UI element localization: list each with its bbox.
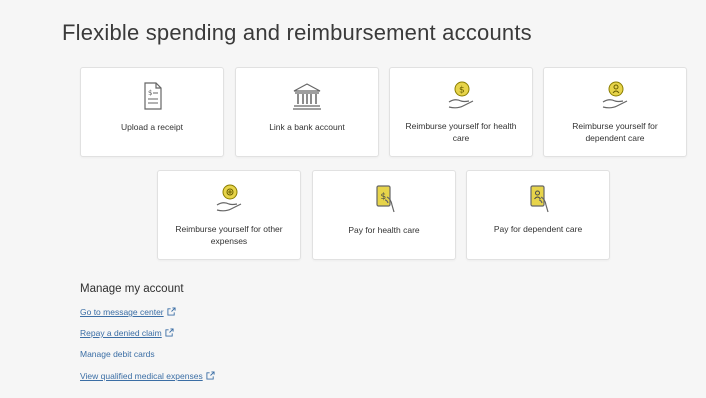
reimburse-health-care-card[interactable]: $ Reimburse yourself for health care bbox=[389, 67, 533, 157]
pay-health-care-card[interactable]: $ Pay for health care bbox=[312, 170, 456, 260]
reimburse-dependent-care-card[interactable]: Reimburse yourself for dependent care bbox=[543, 67, 687, 157]
manage-debit-cards-label: Manage debit cards bbox=[80, 349, 155, 359]
reimburse-health-care-label: Reimburse yourself for health care bbox=[405, 121, 517, 143]
message-center-link[interactable]: Go to message center bbox=[80, 307, 176, 317]
repay-denied-claim-link[interactable]: Repay a denied claim bbox=[80, 328, 174, 338]
bank-icon bbox=[293, 83, 321, 110]
external-link-icon bbox=[206, 371, 215, 380]
hand-coin-icon: $ bbox=[448, 81, 474, 109]
link-bank-account-label: Link a bank account bbox=[269, 122, 345, 132]
view-qualified-expenses-label: View qualified medical expenses bbox=[80, 371, 203, 381]
svg-text:$: $ bbox=[148, 89, 152, 97]
upload-receipt-label: Upload a receipt bbox=[121, 122, 183, 132]
pay-health-care-label: Pay for health care bbox=[348, 225, 420, 235]
pay-dependent-care-label: Pay for dependent care bbox=[493, 224, 583, 234]
repay-denied-claim-label: Repay a denied claim bbox=[80, 328, 162, 338]
reimburse-other-expenses-card[interactable]: Reimburse yourself for other expenses bbox=[157, 170, 301, 260]
reimburse-other-expenses-label: Reimburse yourself for other expenses bbox=[175, 224, 283, 246]
external-link-icon bbox=[165, 328, 174, 337]
receipt-icon: $ bbox=[144, 82, 162, 110]
message-center-label: Go to message center bbox=[80, 307, 164, 317]
manage-debit-cards-link[interactable]: Manage debit cards bbox=[80, 349, 155, 359]
link-bank-account-card[interactable]: Link a bank account bbox=[235, 67, 379, 157]
phone-dependent-icon bbox=[530, 185, 549, 213]
reimburse-dependent-care-label: Reimburse yourself for dependent care bbox=[572, 121, 658, 143]
hand-dependent-icon bbox=[602, 81, 628, 109]
external-link-icon bbox=[167, 307, 176, 316]
page-title: Flexible spending and reimbursement acco… bbox=[62, 20, 532, 45]
upload-receipt-card[interactable]: $ Upload a receipt bbox=[80, 67, 224, 157]
view-qualified-expenses-link[interactable]: View qualified medical expenses bbox=[80, 371, 215, 381]
svg-text:$: $ bbox=[459, 86, 465, 96]
phone-pay-icon: $ bbox=[376, 185, 395, 213]
hand-plus-icon bbox=[216, 184, 242, 212]
pay-dependent-care-card[interactable]: Pay for dependent care bbox=[466, 170, 610, 260]
manage-account-heading: Manage my account bbox=[80, 283, 184, 295]
